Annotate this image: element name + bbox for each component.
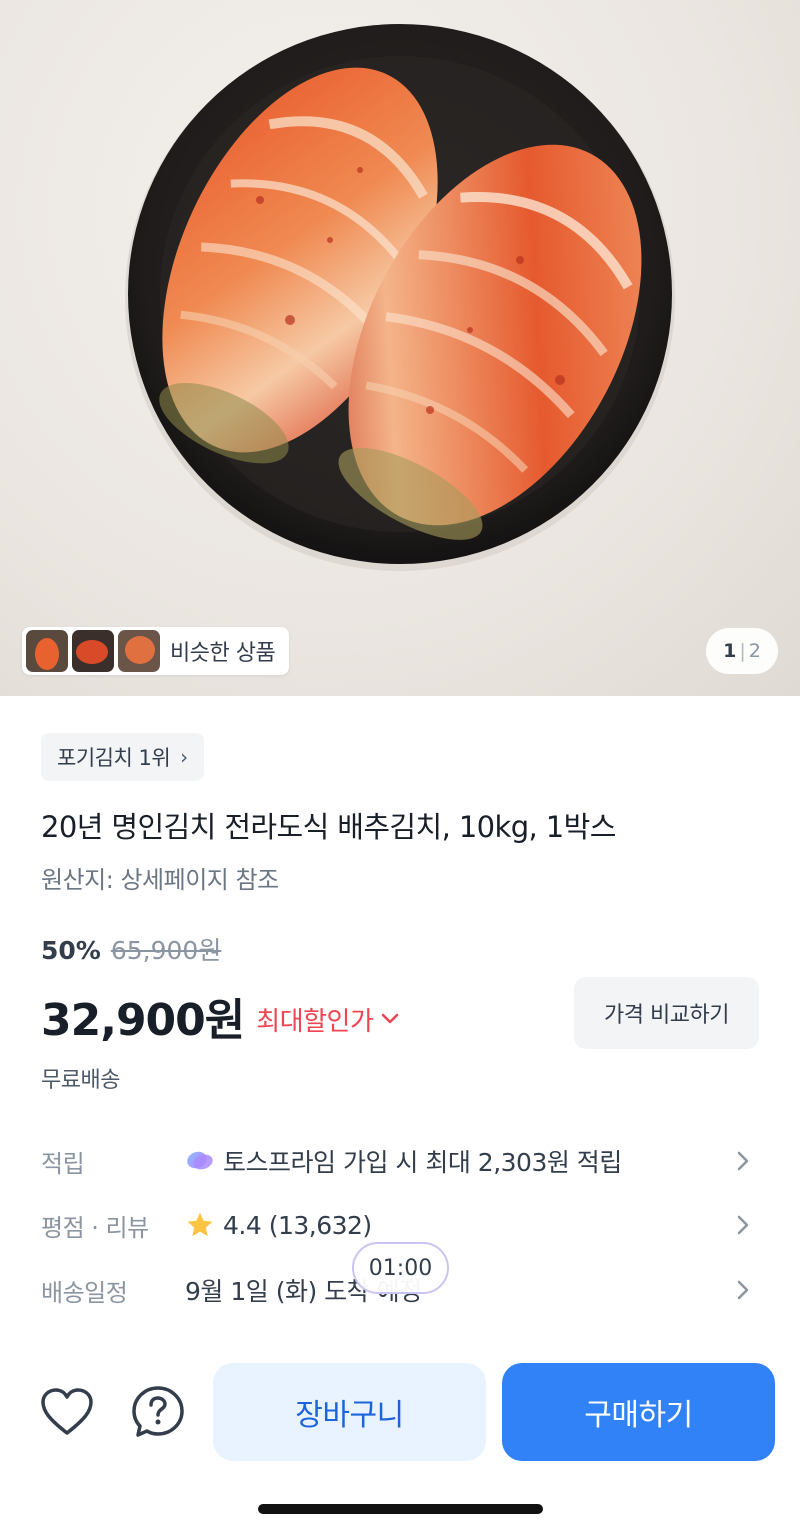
similar-thumb <box>72 630 114 672</box>
similar-thumb <box>118 630 160 672</box>
buy-now-button[interactable]: 구매하기 <box>502 1363 775 1461</box>
heart-icon[interactable] <box>37 1382 97 1442</box>
similar-products-button[interactable]: 비슷한 상품 <box>22 627 290 675</box>
sale-price: 32,900원 <box>41 995 245 1046</box>
points-value: 토스프라임 가입 시 최대 2,303원 적립 <box>223 1148 622 1177</box>
chevron-right-icon <box>736 1279 750 1301</box>
chevron-down-icon <box>381 1013 399 1025</box>
bottom-action-bar: 장바구니 구매하기 <box>0 1338 800 1531</box>
similar-thumb <box>26 630 68 672</box>
product-title: 20년 명인김치 전라도식 배추김치, 10kg, 1박스 <box>41 810 616 844</box>
points-key: 적립 <box>41 1149 85 1178</box>
rank-badge[interactable]: 포기김치 1위 › <box>41 733 204 781</box>
rating-value-wrap: 4.4 (13,632) <box>185 1210 372 1240</box>
page-separator: | <box>739 640 746 662</box>
page-total: 2 <box>748 640 761 662</box>
points-row[interactable]: 적립 토스프라임 가입 시 최대 2,303원 적립 <box>0 1133 800 1189</box>
page-current: 1 <box>723 640 737 662</box>
product-origin: 원산지: 상세페이지 참조 <box>41 866 279 894</box>
home-indicator <box>258 1504 543 1514</box>
chevron-right-icon: › <box>180 745 188 769</box>
rating-key: 평점 · 리뷰 <box>41 1213 149 1242</box>
discount-row: 50% 65,900원 <box>41 931 221 967</box>
rating-value: 4.4 (13,632) <box>223 1210 372 1240</box>
delivery-key: 배송일정 <box>41 1278 128 1307</box>
prime-icon <box>185 1148 215 1174</box>
max-discount-toggle[interactable]: 최대할인가 <box>256 1001 399 1038</box>
image-page-indicator: 1 | 2 <box>706 628 778 674</box>
points-value-wrap: 토스프라임 가입 시 최대 2,303원 적립 <box>185 1143 622 1179</box>
rank-badge-label: 포기김치 1위 <box>57 746 171 770</box>
price-row: 32,900원 최대할인가 <box>41 984 399 1048</box>
kimchi-photo <box>125 24 675 571</box>
question-icon[interactable] <box>128 1382 188 1442</box>
chevron-right-icon <box>736 1214 750 1236</box>
shipping-info: 무료배송 <box>41 1068 120 1093</box>
similar-products-label: 비슷한 상품 <box>170 641 276 666</box>
star-icon <box>185 1210 215 1240</box>
timer-bubble: 01:00 <box>352 1242 449 1294</box>
product-image[interactable]: 비슷한 상품 1 | 2 <box>0 0 800 696</box>
price-compare-button[interactable]: 가격 비교하기 <box>574 977 759 1049</box>
chevron-right-icon <box>736 1150 750 1172</box>
add-to-cart-button[interactable]: 장바구니 <box>213 1363 486 1461</box>
max-discount-label: 최대할인가 <box>256 1006 374 1037</box>
discount-rate: 50% <box>41 936 101 965</box>
original-price: 65,900원 <box>110 936 222 965</box>
